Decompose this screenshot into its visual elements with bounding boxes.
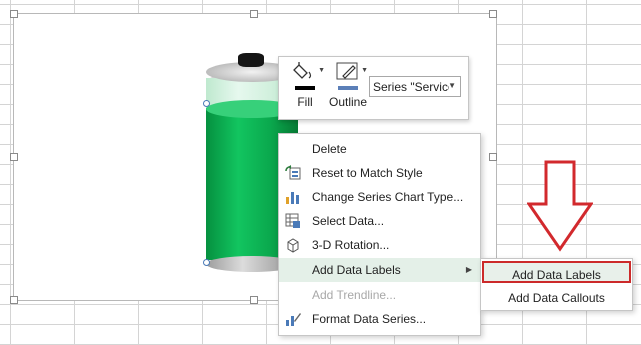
submenu-item-add-data-callouts[interactable]: Add Data Callouts [482,286,631,308]
chevron-down-icon[interactable]: ▼ [361,67,368,74]
menu-item-add-data-labels[interactable]: Add Data Labels ▶ [279,258,480,282]
resize-handle-bottom[interactable] [250,296,258,304]
resize-handle-right[interactable] [489,153,497,161]
pen-outline-icon: ▼ [336,61,368,90]
chevron-down-icon[interactable]: ▼ [318,67,325,74]
menu-item-label: Add Trendline... [312,288,397,302]
submenu-item-label: Add Data Labels [512,268,601,282]
resize-handle-left[interactable] [10,153,18,161]
menu-item-label: Select Data... [312,214,385,228]
menu-item-label: Format Data Series... [312,312,427,326]
menu-item-label: 3-D Rotation... [312,238,390,252]
format-series-icon [285,311,301,327]
menu-item-label: Change Series Chart Type... [312,190,464,204]
series-selection-handle-bottom[interactable] [203,259,210,266]
menu-item-3d-rotation[interactable]: 3-D Rotation... [279,233,480,257]
series-selector-value: Series "Service [373,80,449,94]
fill-label: Fill [297,95,313,109]
submenu-item-label: Add Data Callouts [508,291,605,305]
fill-color-swatch [295,86,315,90]
red-down-arrow-icon [527,160,593,252]
cube-icon [285,237,301,253]
menu-item-label: Reset to Match Style [312,166,423,180]
context-menu: Delete Reset to Match Style Change Serie… [278,133,481,336]
menu-item-select-data[interactable]: Select Data... [279,209,480,233]
submenu-arrow-icon: ▶ [465,265,472,274]
chart-type-icon [285,189,301,205]
series-selection-handle-top[interactable] [203,100,210,107]
outline-label: Outline [328,95,368,109]
paint-bucket-icon: ▼ [293,61,325,90]
outline-button[interactable]: ▼ Outline [327,61,369,115]
menu-item-format-data-series[interactable]: Format Data Series... [279,307,480,331]
resize-handle-top-left[interactable] [10,10,18,18]
battery-terminal [238,53,264,67]
outline-color-swatch [338,86,358,90]
menu-item-delete[interactable]: Delete [279,137,480,161]
resize-handle-top[interactable] [250,10,258,18]
select-data-icon [285,213,301,229]
chevron-down-icon: ▼ [448,81,456,90]
submenu-item-add-data-labels[interactable]: Add Data Labels [482,261,631,283]
menu-item-add-trendline[interactable]: Add Trendline... [279,283,480,307]
series-selector-dropdown[interactable]: Series "Service ▼ [369,76,461,97]
menu-item-change-series-chart-type[interactable]: Change Series Chart Type... [279,185,480,209]
menu-item-reset-to-match-style[interactable]: Reset to Match Style [279,161,480,185]
menu-item-label: Delete [312,142,347,156]
resize-handle-bottom-left[interactable] [10,296,18,304]
reset-style-icon [285,165,301,181]
menu-item-label: Add Data Labels [312,263,401,277]
add-data-labels-submenu: Add Data Labels Add Data Callouts [480,258,633,311]
fill-button[interactable]: ▼ Fill [285,61,325,115]
mini-toolbar: ▼ Fill ▼ Outline Series "Service ▼ [278,56,469,120]
resize-handle-top-right[interactable] [489,10,497,18]
